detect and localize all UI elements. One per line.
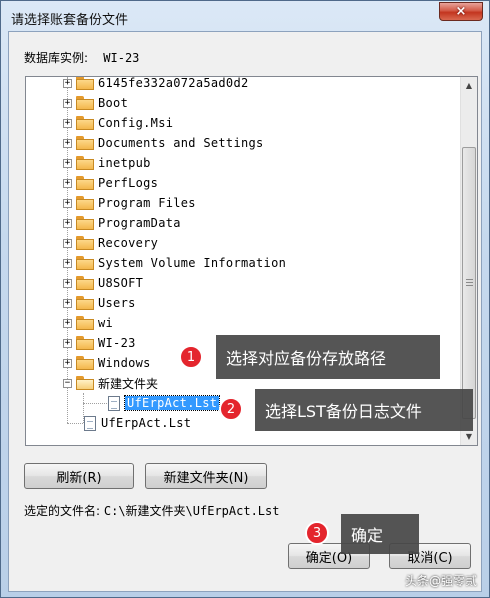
grip-line [466, 282, 473, 283]
expand-toggle-icon[interactable]: + [63, 218, 72, 228]
tree-item-folder[interactable]: + WI-23 [63, 333, 136, 353]
tree-connector-line [67, 423, 85, 424]
tree-item-label: Windows [98, 356, 151, 370]
tree-item-label: Recovery [98, 236, 159, 250]
tree-item-folder[interactable]: + Recovery [63, 233, 158, 253]
annotation-badge-1: 1 [179, 345, 203, 369]
selected-file-row: 选定的文件名: C:\新建文件夹\UfErpAct.Lst [24, 502, 279, 519]
tree-item-folder[interactable]: + Program Files [63, 193, 196, 213]
expand-toggle-icon[interactable]: + [63, 258, 72, 268]
tree-item-label: 6145fe332a072a5ad0d2 [98, 76, 249, 90]
tree-item-new-folder[interactable]: − 新建文件夹 [63, 373, 158, 393]
expand-toggle-icon[interactable]: + [63, 138, 72, 148]
expand-toggle-icon[interactable]: + [63, 278, 72, 288]
selected-file-label: 选定的文件名: [24, 504, 101, 518]
annotation-badge-2: 2 [219, 397, 243, 421]
file-icon [84, 415, 96, 431]
folder-icon [76, 96, 94, 110]
annotation-callout-3: 确定 [341, 514, 419, 554]
tree-item-label: UfErpAct.Lst [101, 416, 192, 430]
instance-label: 数据库实例: [24, 51, 89, 65]
tree-item-folder[interactable]: + Config.Msi [63, 113, 173, 133]
scroll-up-arrow-icon[interactable]: ▲ [461, 77, 477, 94]
folder-icon [76, 196, 94, 210]
folder-icon [76, 256, 94, 270]
watermark: 头条@强零贰 [404, 574, 477, 588]
folder-icon [76, 216, 94, 230]
folder-icon [76, 156, 94, 170]
tree-item-folder[interactable]: + PerfLogs [63, 173, 158, 193]
tree-item-folder[interactable]: + Users [63, 293, 136, 313]
grip-line [466, 285, 473, 286]
annotation-callout-2: 选择LST备份日志文件 [255, 389, 473, 431]
close-button[interactable]: × [439, 2, 483, 21]
tree-item-label: WI-23 [98, 336, 136, 350]
annotation-callout-1: 选择对应备份存放路径 [216, 335, 440, 379]
tree-item-folder[interactable]: + Windows [63, 353, 151, 373]
expand-toggle-icon[interactable]: + [63, 238, 72, 248]
grip-line [466, 279, 473, 280]
expand-toggle-icon[interactable]: + [63, 318, 72, 328]
tree-item-child-file[interactable]: UfErpAct.Lst [108, 393, 221, 413]
tree-item-label: System Volume Information [98, 256, 287, 270]
dialog-client: 数据库实例: WI-23 +6145fe332a072a5ad0d2 + Boot +… [8, 31, 482, 592]
folder-icon [76, 316, 94, 330]
expand-toggle-icon[interactable]: + [63, 298, 72, 308]
window-title: 请选择账套备份文件 [11, 13, 129, 28]
folder-icon [76, 176, 94, 190]
title-bar[interactable]: 请选择账套备份文件 × [1, 1, 489, 31]
tree-item-label: U8SOFT [98, 276, 144, 290]
folder-icon [76, 136, 94, 150]
tree-item-label: inetpub [98, 156, 151, 170]
tree-item-root-file[interactable]: UfErpAct.Lst [84, 413, 191, 433]
expand-toggle-icon[interactable]: + [63, 338, 72, 348]
tree-item-folder[interactable]: + U8SOFT [63, 273, 143, 293]
folder-icon [76, 77, 94, 90]
expand-toggle-icon[interactable]: + [63, 158, 72, 168]
folder-icon [76, 236, 94, 250]
tree-item-label: Config.Msi [98, 116, 174, 130]
tree-item-folder[interactable]: + Boot [63, 93, 128, 113]
instance-row: 数据库实例: WI-23 [24, 49, 139, 66]
scroll-thumb[interactable] [462, 147, 476, 419]
close-icon: × [455, 4, 467, 19]
tree-item-folder[interactable]: + inetpub [63, 153, 151, 173]
tree-item-label: Documents and Settings [98, 136, 264, 150]
tree-item-label: wi [98, 316, 114, 330]
dialog-window: 请选择账套备份文件 × 数据库实例: WI-23 +6145fe332a072a… [0, 0, 490, 598]
tree-item-label: Users [98, 296, 136, 310]
instance-value: WI-23 [103, 51, 140, 65]
folder-icon [76, 356, 94, 370]
collapse-toggle-icon[interactable]: − [63, 378, 72, 388]
new-folder-button[interactable]: 新建文件夹(N) [145, 463, 267, 489]
tree-item-folder[interactable]: + System Volume Information [63, 253, 286, 273]
expand-toggle-icon[interactable]: + [63, 178, 72, 188]
tree-item-folder[interactable]: + Documents and Settings [63, 133, 264, 153]
open-folder-icon [76, 376, 94, 390]
tree-item-folder[interactable]: + ProgramData [63, 213, 181, 233]
tree-connector-line [83, 403, 107, 404]
folder-icon [76, 276, 94, 290]
tree-item-label: Program Files [98, 196, 196, 210]
tree-item-label: ProgramData [98, 216, 181, 230]
refresh-button[interactable]: 刷新(R) [24, 463, 134, 489]
tree-item-label: PerfLogs [98, 176, 159, 190]
expand-toggle-icon[interactable]: + [63, 358, 72, 368]
selected-file-value: C:\新建文件夹\UfErpAct.Lst [103, 504, 280, 518]
tree-item-label: 新建文件夹 [98, 376, 159, 391]
expand-toggle-icon[interactable]: + [63, 98, 72, 108]
folder-icon [76, 336, 94, 350]
tree-item-label: Boot [98, 96, 129, 110]
expand-toggle-icon[interactable]: + [63, 198, 72, 208]
expand-toggle-icon[interactable]: + [63, 78, 72, 88]
folder-icon [76, 116, 94, 130]
tree-item-folder[interactable]: + wi [63, 313, 113, 333]
expand-toggle-icon[interactable]: + [63, 118, 72, 128]
folder-icon [76, 296, 94, 310]
file-icon [108, 395, 120, 411]
tree-item-label-selected: UfErpAct.Lst [123, 395, 221, 411]
tree-item-folder[interactable]: +6145fe332a072a5ad0d2 [63, 76, 249, 93]
annotation-badge-3: 3 [305, 521, 329, 545]
